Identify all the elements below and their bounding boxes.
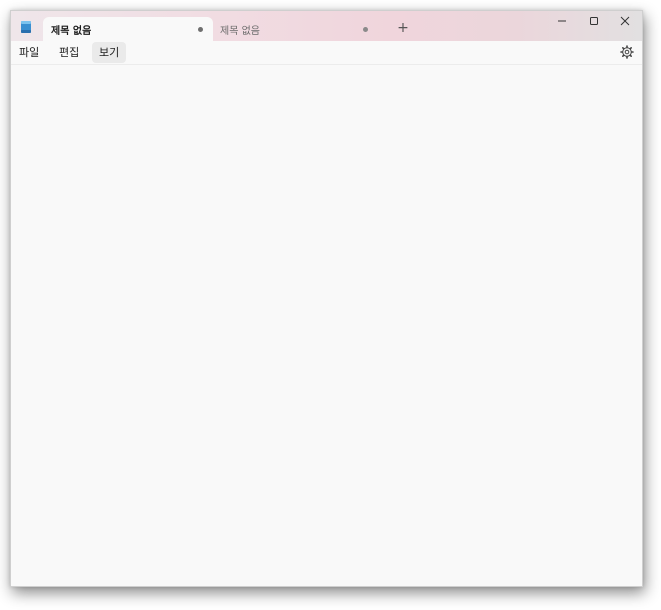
notepad-icon bbox=[21, 21, 31, 33]
title-bar[interactable]: 제목 없음 제목 없음 + bbox=[11, 11, 642, 41]
tab-untitled-2[interactable]: 제목 없음 bbox=[217, 17, 381, 41]
new-tab-button[interactable]: + bbox=[395, 19, 411, 37]
tab-untitled-1[interactable]: 제목 없음 bbox=[43, 17, 213, 41]
minimize-icon bbox=[558, 20, 566, 22]
menu-edit[interactable]: 편집 bbox=[52, 42, 86, 63]
menu-bar: 파일 편집 보기 bbox=[11, 41, 642, 65]
unsaved-indicator-icon[interactable] bbox=[363, 27, 368, 32]
desktop: 제목 없음 제목 없음 + 파일 편집 보기 bbox=[0, 0, 661, 610]
maximize-button[interactable] bbox=[579, 11, 609, 31]
close-button[interactable] bbox=[610, 11, 640, 31]
notepad-window: 제목 없음 제목 없음 + 파일 편집 보기 bbox=[10, 10, 643, 587]
maximize-icon bbox=[590, 17, 598, 25]
tab-title: 제목 없음 bbox=[220, 25, 260, 37]
text-editor[interactable] bbox=[11, 65, 642, 586]
minimize-button[interactable] bbox=[547, 11, 577, 31]
menu-view[interactable]: 보기 bbox=[92, 42, 127, 63]
gear-icon[interactable] bbox=[620, 45, 634, 59]
tab-title: 제목 없음 bbox=[51, 25, 92, 37]
close-icon bbox=[620, 16, 630, 26]
unsaved-indicator-icon[interactable] bbox=[198, 27, 203, 32]
menu-file[interactable]: 파일 bbox=[12, 42, 46, 63]
